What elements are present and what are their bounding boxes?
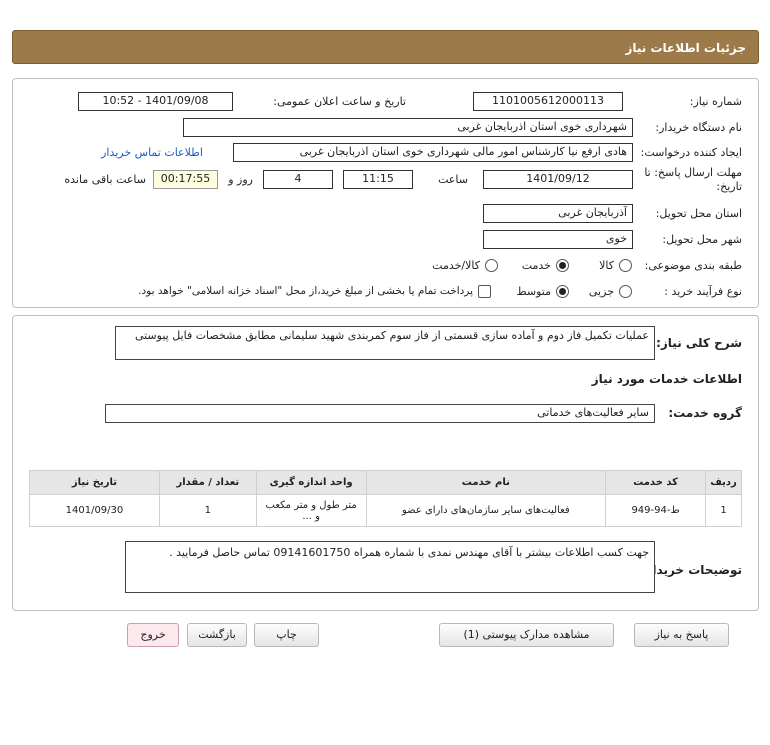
cell-qty: 1	[158, 494, 257, 527]
cell-unit-line-2: و ...	[302, 510, 320, 522]
cell-date: 1401/09/30	[29, 494, 160, 527]
creator-label: ایجاد کننده درخواست:	[640, 146, 742, 159]
print-button[interactable]: چاپ	[254, 623, 319, 647]
table-row: 1 ط-94-949 فعالیت‌های سایر سازمان‌های دا…	[29, 494, 742, 527]
category-radio-service[interactable]	[556, 259, 569, 272]
city-label: شهر محل تحویل:	[662, 233, 742, 246]
reply-button[interactable]: پاسخ به نیاز	[634, 623, 729, 647]
city-field: خوی	[483, 230, 633, 249]
process-option-minor: جزیی	[588, 285, 614, 298]
deadline-date-label: تاریخ:	[716, 180, 742, 193]
back-button[interactable]: بازگشت	[187, 623, 247, 647]
table-header-row: ردیف کد خدمت نام خدمت واحد اندازه گیری ت…	[29, 470, 742, 495]
buyer-notes-field: جهت کسب اطلاعات بیشتر با آقای مهندس نمدی…	[125, 541, 655, 593]
remaining-label: ساعت باقی مانده	[64, 173, 146, 186]
col-unit: واحد اندازه گیری	[255, 470, 367, 495]
deadline-time-field: 11:15	[343, 170, 413, 189]
time-label: ساعت	[438, 173, 468, 186]
cell-name: فعالیت‌های سایر سازمان‌های دارای عضو	[365, 494, 607, 527]
cell-code: ط-94-949	[605, 494, 707, 527]
exit-button[interactable]: خروج	[127, 623, 179, 647]
service-group-label: گروه خدمت:	[668, 406, 742, 420]
col-code: کد خدمت	[605, 470, 707, 495]
description-field: عملیات تکمیل فاز دوم و آماده سازی قسمتی …	[115, 326, 655, 360]
process-label: نوع فرآیند خرید :	[664, 285, 742, 298]
remaining-time-field: 00:17:55	[153, 170, 218, 189]
category-radio-goods[interactable]	[619, 259, 632, 272]
page: جزئیات اطلاعات نیاز شماره نیاز: 11010056…	[12, 30, 759, 647]
col-date: تاریخ نیاز	[29, 470, 160, 495]
cell-row: 1	[705, 494, 742, 527]
category-radio-goods-service[interactable]	[485, 259, 498, 272]
category-option-service: خدمت	[521, 259, 551, 272]
need-number-label: شماره نیاز:	[689, 95, 742, 108]
announce-label: تاریخ و ساعت اعلان عمومی:	[273, 95, 406, 108]
need-info-panel: شماره نیاز: 1101005612000113 تاریخ و ساع…	[12, 78, 759, 308]
page-title: جزئیات اطلاعات نیاز	[625, 41, 746, 55]
service-group-field: سایر فعالیت‌های خدماتی	[105, 404, 655, 423]
category-label: طبقه بندی موضوعی:	[644, 259, 742, 272]
process-option-medium: متوسط	[516, 285, 551, 298]
col-qty: تعداد / مقدار	[158, 470, 257, 495]
process-radio-minor[interactable]	[619, 285, 632, 298]
category-option-goods-service: کالا/خدمت	[432, 259, 480, 272]
buyer-notes-label: توضیحات خریدار:	[640, 563, 742, 577]
need-details-panel: شرح کلی نیاز: عملیات تکمیل فاز دوم و آما…	[12, 315, 759, 611]
category-option-goods: کالا	[599, 259, 614, 272]
buyer-contact-link[interactable]: اطلاعات تماس خریدار	[101, 146, 203, 159]
process-radio-medium[interactable]	[556, 285, 569, 298]
buyer-label: نام دستگاه خریدار:	[655, 121, 742, 134]
creator-field: هادی ارفع نیا کارشناس امور مالی شهرداری …	[233, 143, 633, 162]
days-label: روز و	[228, 173, 253, 186]
deadline-label: مهلت ارسال پاسخ: تا	[644, 166, 742, 179]
description-label: شرح کلی نیاز:	[656, 336, 742, 350]
page-header: جزئیات اطلاعات نیاز	[12, 30, 759, 64]
buyer-field: شهرداری خوی استان اذربایجان غربی	[183, 118, 633, 137]
view-attachments-button[interactable]: مشاهده مدارک پیوستی (1)	[439, 623, 614, 647]
deadline-date-field: 1401/09/12	[483, 170, 633, 189]
days-field: 4	[263, 170, 333, 189]
province-field: آذربایجان غربی	[483, 204, 633, 223]
cell-unit: متر طول و متر مکعب و ...	[255, 494, 367, 527]
treasury-note: پرداخت تمام یا بخشی از مبلغ خرید،از محل …	[138, 285, 473, 297]
services-table: ردیف کد خدمت نام خدمت واحد اندازه گیری ت…	[29, 470, 742, 527]
services-title: اطلاعات خدمات مورد نیاز	[591, 372, 742, 386]
province-label: استان محل تحویل:	[655, 207, 742, 220]
treasury-checkbox[interactable]	[478, 285, 491, 298]
need-number-field: 1101005612000113	[473, 92, 623, 111]
col-row: ردیف	[705, 470, 742, 495]
col-name: نام خدمت	[365, 470, 607, 495]
cell-unit-line-1: متر طول و متر مکعب	[265, 499, 357, 511]
announce-field: 1401/09/08 - 10:52	[78, 92, 233, 111]
